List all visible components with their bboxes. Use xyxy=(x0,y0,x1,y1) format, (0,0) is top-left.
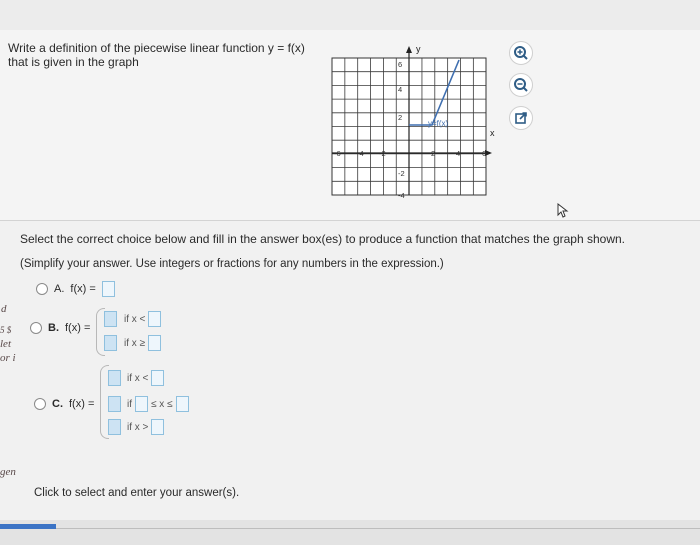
zoom-out-button[interactable] xyxy=(509,73,533,97)
option-b-cond2-box[interactable] xyxy=(148,335,162,351)
curve-label: y=f(x) xyxy=(428,119,449,128)
option-b-cond1-box[interactable] xyxy=(148,311,162,327)
option-b-fx: f(x) = xyxy=(65,322,91,334)
y-tick-6: 6 xyxy=(398,60,402,69)
option-c-cond2-box-left[interactable] xyxy=(135,396,148,412)
x-tick-neg2: -2 xyxy=(379,149,386,158)
option-c-cond2: if ≤ x ≤ xyxy=(127,396,189,412)
option-b-expr2-box[interactable] xyxy=(104,335,117,351)
option-c-radio[interactable] xyxy=(34,398,46,410)
option-b-cond1: if x < xyxy=(124,311,162,327)
option-c[interactable]: C. f(x) = xyxy=(34,398,94,410)
margin-fragment-4: or i xyxy=(0,352,16,364)
click-instruction: Click to select and enter your answer(s)… xyxy=(34,487,240,499)
option-a-radio[interactable] xyxy=(36,283,48,295)
option-a-answer-box[interactable] xyxy=(101,281,115,297)
bottom-bar xyxy=(0,520,700,545)
option-b-expr1-box[interactable] xyxy=(104,311,117,327)
function-graph: y x -6 -4 -2 2 4 6 6 4 2 -2 -4 y=f(x) xyxy=(318,40,498,205)
option-c-cond2-if: if xyxy=(127,398,132,410)
option-c-cond3-label: if x > xyxy=(127,421,149,433)
option-c-expr3-box[interactable] xyxy=(108,419,121,435)
y-tick-neg2: -2 xyxy=(398,169,405,178)
x-tick-neg4: -4 xyxy=(357,149,364,158)
x-tick-4: 4 xyxy=(456,149,460,158)
option-c-expr2-box[interactable] xyxy=(108,396,121,412)
option-b-cond2: if x ≥ xyxy=(124,335,162,351)
y-tick-4: 4 xyxy=(398,85,402,94)
option-c-cond1-label: if x < xyxy=(127,372,149,384)
option-c-cond1: if x < xyxy=(127,370,165,386)
mouse-cursor-icon xyxy=(557,203,569,218)
option-b-radio[interactable] xyxy=(30,322,42,334)
x-tick-6: 6 xyxy=(482,149,486,158)
option-b[interactable]: B. f(x) = xyxy=(30,322,90,334)
question-text: Write a definition of the piecewise line… xyxy=(8,41,318,69)
margin-fragment-1: d xyxy=(1,303,7,315)
zoom-in-button[interactable] xyxy=(509,41,533,65)
y-tick-2: 2 xyxy=(398,113,402,122)
margin-fragment-5: gen xyxy=(0,466,16,478)
option-c-cond3: if x > xyxy=(127,419,165,435)
zoom-out-icon xyxy=(514,78,528,92)
y-axis-arrow xyxy=(406,46,412,53)
option-c-cond2-box-right[interactable] xyxy=(175,396,189,412)
y-tick-neg4: -4 xyxy=(398,191,405,200)
option-c-letter: C. xyxy=(52,398,63,410)
y-axis-label: y xyxy=(416,44,421,54)
option-c-cond2-mid: ≤ x ≤ xyxy=(151,398,173,410)
external-link-icon xyxy=(515,112,527,124)
option-b-cond1-label: if x < xyxy=(124,313,146,325)
margin-fragment-3: let xyxy=(0,338,11,350)
bottom-divider xyxy=(56,528,700,529)
question-line-1: Write a definition of the piecewise line… xyxy=(8,41,305,55)
option-b-cond2-label: if x ≥ xyxy=(124,337,146,349)
margin-fragment-2: 5 $ xyxy=(0,325,12,335)
instruction-text: Select the correct choice below and fill… xyxy=(20,232,626,246)
option-c-cond1-box[interactable] xyxy=(151,370,165,386)
question-line-2: that is given in the graph xyxy=(8,55,139,69)
option-c-fx: f(x) = xyxy=(69,398,95,410)
x-axis-label: x xyxy=(490,128,495,138)
x-tick-neg6: -6 xyxy=(334,149,341,158)
option-a[interactable]: A. f(x) = xyxy=(36,281,115,297)
x-tick-2: 2 xyxy=(431,149,435,158)
zoom-in-icon xyxy=(514,46,528,60)
popout-button[interactable] xyxy=(509,106,533,130)
option-c-cond3-box[interactable] xyxy=(151,419,165,435)
top-strip xyxy=(0,0,700,31)
option-a-fx: f(x) = xyxy=(70,283,96,295)
option-b-letter: B. xyxy=(48,322,59,334)
simplify-note: (Simplify your answer. Use integers or f… xyxy=(20,258,444,270)
progress-accent xyxy=(0,524,56,529)
option-a-letter: A. xyxy=(54,283,65,295)
option-c-expr1-box[interactable] xyxy=(108,370,121,386)
